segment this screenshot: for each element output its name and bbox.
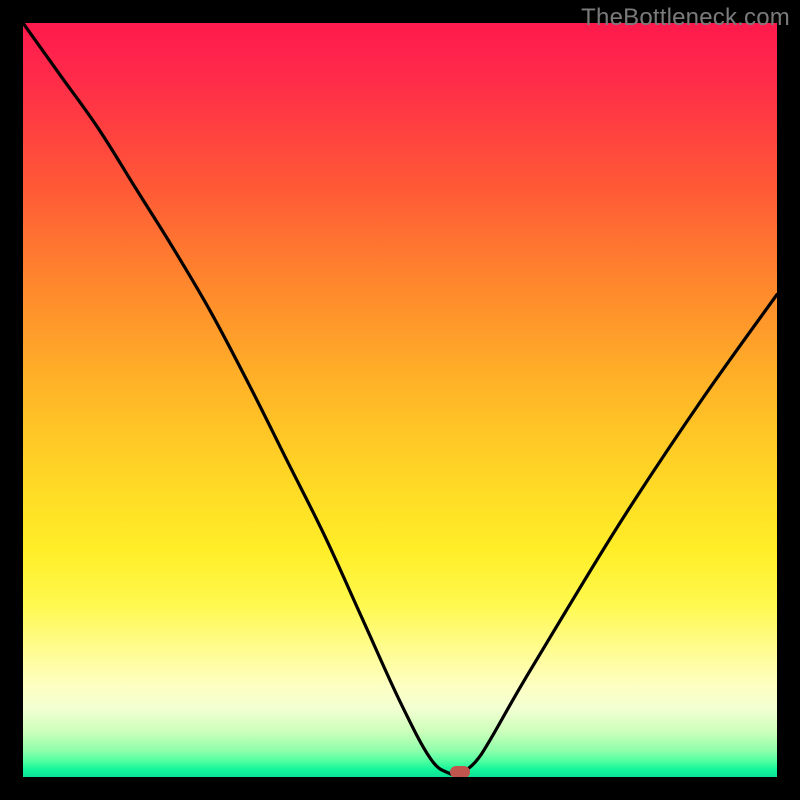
bottleneck-curve xyxy=(23,23,777,777)
watermark-text: TheBottleneck.com xyxy=(581,4,790,32)
plot-area xyxy=(23,23,777,777)
optimum-marker xyxy=(450,766,470,777)
chart-frame: TheBottleneck.com xyxy=(0,0,800,800)
